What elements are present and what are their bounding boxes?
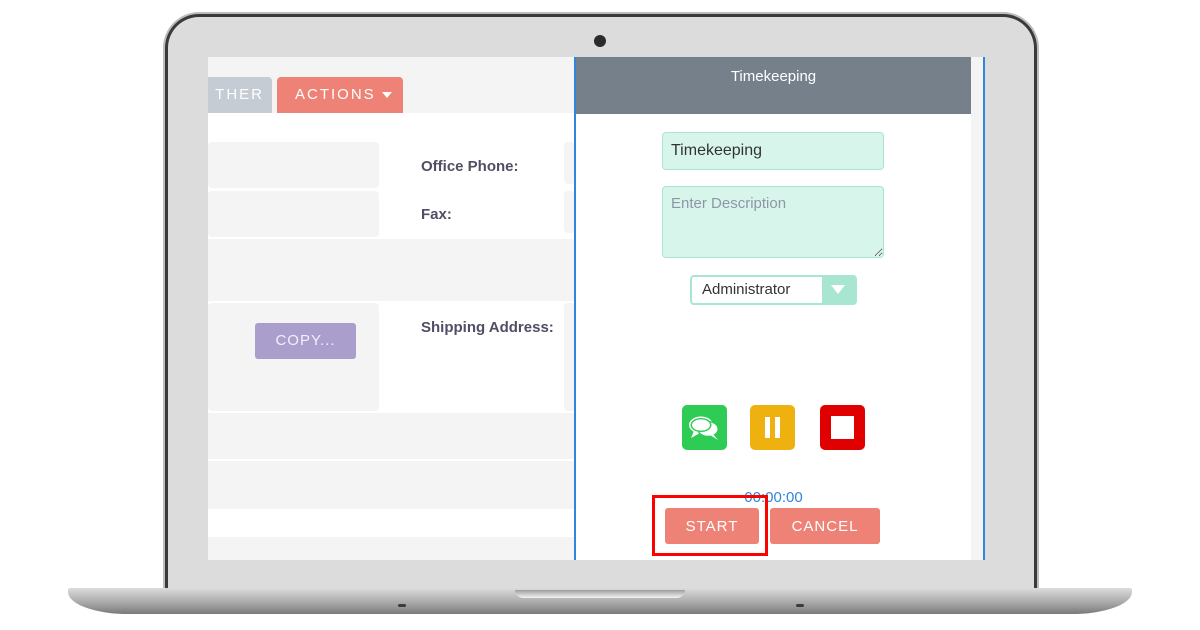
caret-down-icon	[381, 92, 392, 99]
detail-panel: Office Phone: Fax: COPY... Shipping Addr…	[208, 113, 575, 560]
description-textarea[interactable]	[662, 186, 884, 258]
fax-label: Fax:	[421, 206, 452, 223]
timer-display: 00:00:00	[744, 489, 803, 506]
row-band	[208, 413, 575, 459]
copy-button[interactable]: COPY...	[255, 323, 356, 359]
user-select-value: Administrator	[702, 281, 791, 298]
pause-icon	[765, 417, 780, 438]
section-divider	[208, 239, 575, 301]
laptop-screen: THER ACTIONS Office Phone: Fax: COPY... …	[208, 57, 985, 560]
tab-other[interactable]: THER	[208, 77, 272, 113]
field-value-box	[208, 191, 379, 237]
camera-icon	[594, 35, 606, 47]
crm-record-view: THER ACTIONS Office Phone: Fax: COPY... …	[208, 57, 575, 560]
panel-border	[983, 57, 985, 560]
comments-icon	[689, 416, 719, 440]
row-band	[208, 461, 575, 509]
start-highlight-annotation	[652, 495, 768, 556]
timekeeping-panel: Timekeeping Administrator	[574, 57, 971, 560]
laptop-foot	[796, 604, 804, 607]
row-band	[208, 537, 575, 560]
office-phone-label: Office Phone:	[421, 158, 519, 175]
tab-bar: THER ACTIONS	[208, 57, 575, 113]
chevron-down-icon	[822, 277, 855, 303]
user-select[interactable]: Administrator	[690, 275, 857, 305]
shipping-address-label: Shipping Address:	[421, 319, 554, 336]
field-value-box	[208, 142, 379, 188]
actions-dropdown[interactable]: ACTIONS	[277, 77, 403, 113]
laptop-mockup: THER ACTIONS Office Phone: Fax: COPY... …	[0, 0, 1200, 630]
comment-button[interactable]	[682, 405, 727, 450]
timekeeping-name-input[interactable]	[662, 132, 884, 170]
cancel-button[interactable]: CANCEL	[770, 508, 880, 544]
timekeeping-header: Timekeeping	[576, 57, 971, 114]
actions-label: ACTIONS	[295, 86, 376, 103]
stop-icon	[831, 416, 854, 439]
pause-button[interactable]	[750, 405, 795, 450]
laptop-hinge-notch	[515, 590, 685, 598]
laptop-foot	[398, 604, 406, 607]
stop-button[interactable]	[820, 405, 865, 450]
